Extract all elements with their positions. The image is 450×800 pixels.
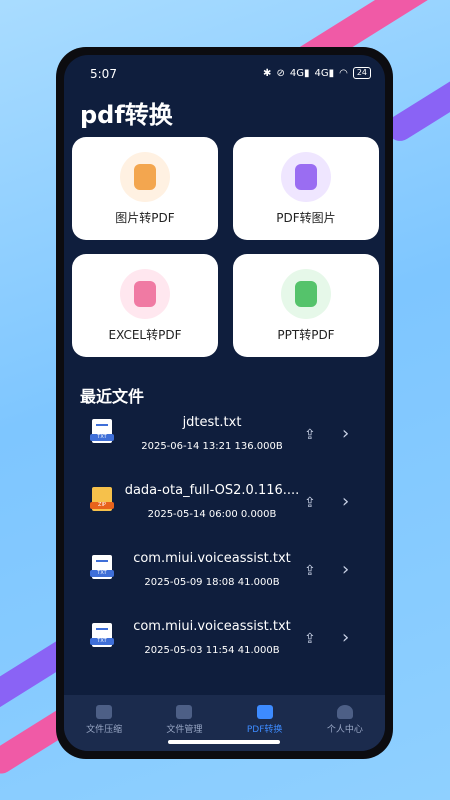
status-icons: ✱ ⊘ 4G▮ 4G▮ ◠ 24 (263, 67, 371, 79)
status-bar: 5:07 ✱ ⊘ 4G▮ 4G▮ ◠ 24 (82, 67, 371, 83)
list-item[interactable]: TXT jdtest.txt 2025-06-14 13:21 136.000B… (64, 405, 385, 473)
zip-file-icon: ZIP (90, 487, 114, 511)
file-name: jdtest.txt (182, 415, 242, 430)
card-image-to-pdf[interactable]: 图片转PDF (72, 137, 218, 240)
tab-label: 文件压缩 (86, 725, 123, 735)
card-label: 图片转PDF (115, 211, 175, 225)
file-meta: 2025-05-03 11:54 41.000B (144, 645, 280, 656)
file-name: com.miui.voiceassist.txt (133, 619, 291, 634)
4g-signal-icon: 4G▮ (289, 67, 310, 79)
card-pdf-to-image[interactable]: PDF转图片 (233, 137, 379, 240)
share-icon[interactable]: ⇪ (304, 631, 316, 647)
share-icon[interactable]: ⇪ (304, 427, 316, 443)
home-indicator[interactable] (168, 740, 280, 744)
list-item[interactable]: ZIP dada-ota_full-OS2.0.116.... 2025-05-… (64, 473, 385, 541)
list-item[interactable]: TXT com.miui.voiceassist.txt 2025-05-09 … (64, 541, 385, 609)
txt-file-icon: TXT (90, 555, 114, 579)
bluetooth-icon: ✱ (263, 67, 272, 79)
wifi-icon: ◠ (339, 67, 348, 79)
image-to-pdf-icon (120, 152, 170, 202)
card-ppt-to-pdf[interactable]: PPT转PDF (233, 254, 379, 357)
file-meta: 2025-06-14 13:21 136.000B (141, 441, 283, 452)
file-name: com.miui.voiceassist.txt (133, 551, 291, 566)
battery-icon: 24 (352, 67, 371, 79)
status-time: 5:07 (90, 67, 117, 81)
page-title: pdf转换 (80, 101, 173, 129)
ppt-to-pdf-icon (281, 269, 331, 319)
recent-files-title: 最近文件 (80, 387, 145, 406)
card-excel-to-pdf[interactable]: EXCEL转PDF (72, 254, 218, 357)
chevron-right-icon[interactable]: › (342, 627, 349, 648)
list-item[interactable]: TXT com.miui.voiceassist.txt 2025-05-03 … (64, 609, 385, 677)
chevron-right-icon[interactable]: › (342, 423, 349, 444)
chevron-right-icon[interactable]: › (342, 559, 349, 580)
mute-icon: ⊘ (276, 67, 285, 79)
app-screen: 5:07 ✱ ⊘ 4G▮ 4G▮ ◠ 24 pdf转换 图片转PDF PDF转图… (64, 55, 385, 751)
share-icon[interactable]: ⇪ (304, 563, 316, 579)
file-meta: 2025-05-09 18:08 41.000B (144, 577, 280, 588)
tab-personal-center[interactable]: 个人中心 (305, 695, 385, 751)
card-label: PDF转图片 (276, 211, 336, 225)
card-label: PPT转PDF (277, 328, 335, 342)
tab-label: 个人中心 (326, 725, 363, 735)
tab-label: PDF转换 (246, 725, 283, 735)
share-icon[interactable]: ⇪ (304, 495, 316, 511)
pdf-to-image-icon (281, 152, 331, 202)
4g-signal-icon: 4G▮ (314, 67, 335, 79)
txt-file-icon: TXT (90, 419, 114, 443)
folder-icon (176, 705, 193, 719)
card-label: EXCEL转PDF (108, 328, 182, 342)
tab-label: 文件管理 (166, 725, 203, 735)
person-icon (336, 705, 353, 719)
document-icon (256, 705, 273, 719)
file-meta: 2025-05-14 06:00 0.000B (147, 509, 277, 520)
phone-frame: 5:07 ✱ ⊘ 4G▮ 4G▮ ◠ 24 pdf转换 图片转PDF PDF转图… (56, 47, 393, 759)
home-icon (96, 705, 113, 719)
excel-to-pdf-icon (120, 269, 170, 319)
file-name: dada-ota_full-OS2.0.116.... (124, 483, 300, 498)
tab-file-compress[interactable]: 文件压缩 (64, 695, 144, 751)
txt-file-icon: TXT (90, 623, 114, 647)
chevron-right-icon[interactable]: › (342, 491, 349, 512)
